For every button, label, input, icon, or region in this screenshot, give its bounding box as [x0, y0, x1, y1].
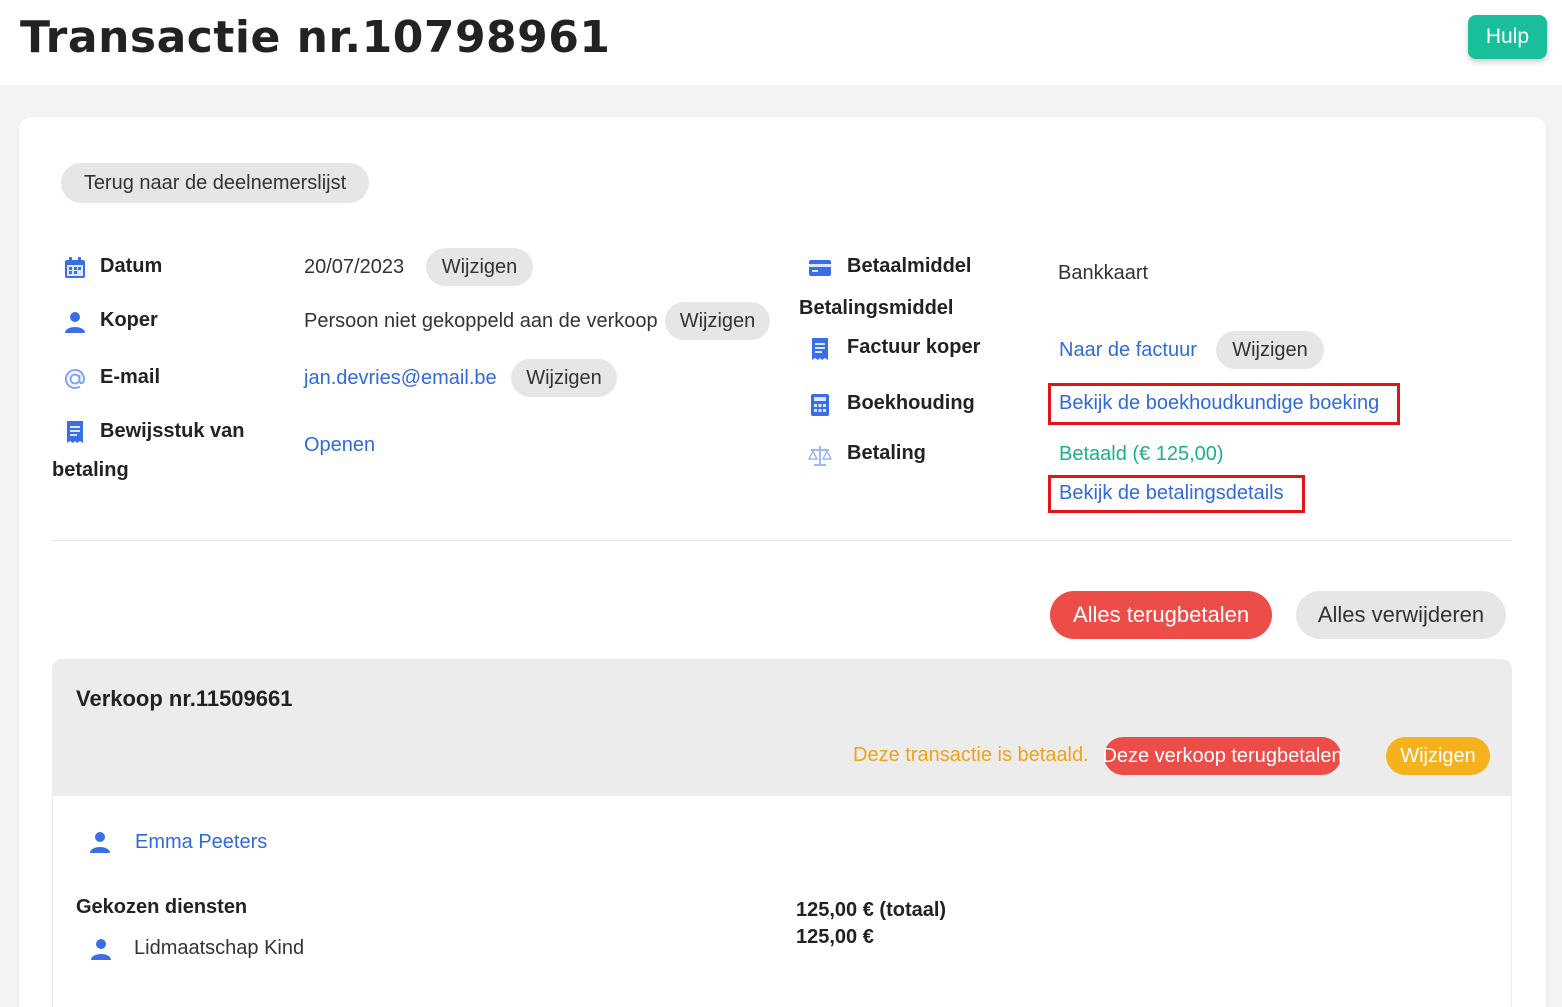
- sale-header: Verkoop nr.11509661 Deze transactie is b…: [53, 660, 1511, 796]
- date-label: Datum: [100, 255, 163, 277]
- receipt-icon: [67, 421, 83, 443]
- sale-title: Verkoop nr.11509661: [76, 686, 293, 711]
- credit-card-icon: [809, 260, 831, 276]
- top-bar: Transactie nr.10798961 Hulp: [0, 0, 1562, 85]
- date-value: 20/07/2023: [304, 256, 405, 278]
- edit-buyer-button[interactable]: Wijzigen: [665, 302, 770, 340]
- help-button[interactable]: Hulp: [1468, 15, 1547, 59]
- buyer-label: Koper: [100, 309, 158, 331]
- email-label: E-mail: [100, 366, 161, 388]
- edit-email-button[interactable]: Wijzigen: [511, 359, 617, 397]
- accounting-entry-link[interactable]: Bekijk de boekhoudkundige boeking: [1059, 392, 1379, 415]
- section-divider: [52, 540, 1512, 541]
- sale-total: 125,00 € (totaal): [796, 899, 947, 921]
- invoice-icon: [812, 338, 828, 360]
- open-proof-link[interactable]: Openen: [304, 434, 375, 457]
- payment-details-link[interactable]: Bekijk de betalingsdetails: [1059, 482, 1284, 505]
- delete-all-button[interactable]: Alles verwijderen: [1296, 591, 1506, 639]
- services-heading: Gekozen diensten: [76, 896, 248, 918]
- calendar-icon: [65, 257, 85, 278]
- service-item-name: Lidmaatschap Kind: [134, 937, 305, 959]
- accounting-label: Boekhouding: [847, 392, 975, 414]
- user-icon: [65, 312, 85, 333]
- payment-method-label: Betaalmiddel: [847, 255, 972, 277]
- buyer-value: Persoon niet gekoppeld aan de verkoop: [304, 310, 658, 332]
- invoice-link[interactable]: Naar de factuur: [1059, 339, 1197, 362]
- page-title: Transactie nr.10798961: [20, 12, 611, 63]
- balance-scale-icon: [808, 446, 832, 466]
- sale-paid-note: Deze transactie is betaald.: [853, 744, 1089, 766]
- at-sign-icon: [65, 369, 86, 389]
- service-item-price: 125,00 €: [796, 926, 874, 948]
- edit-date-button[interactable]: Wijzigen: [426, 248, 533, 286]
- edit-invoice-button[interactable]: Wijzigen: [1216, 331, 1324, 369]
- payment-method-sublabel: Betalingsmiddel: [799, 297, 954, 319]
- proof-label: Bewijsstuk van: [100, 420, 245, 442]
- invoice-label: Factuur koper: [847, 336, 981, 358]
- proof-label-continued: betaling: [52, 459, 129, 481]
- refund-sale-button[interactable]: Deze verkoop terugbetalen: [1102, 737, 1343, 775]
- back-to-participants-button[interactable]: Terug naar de deelnemerslijst: [61, 163, 369, 203]
- edit-sale-button[interactable]: Wijzigen: [1386, 737, 1490, 775]
- sale-panel: Verkoop nr.11509661 Deze transactie is b…: [52, 659, 1512, 1007]
- refund-all-button[interactable]: Alles terugbetalen: [1050, 591, 1272, 639]
- participant-user-icon: [90, 832, 110, 853]
- transaction-card: Terug naar de deelnemerslijst Datum 20/0…: [19, 117, 1546, 1007]
- payment-status: Betaald (€ 125,00): [1059, 443, 1224, 465]
- email-link[interactable]: jan.devries@email.be: [304, 367, 497, 390]
- payment-method-value: Bankkaart: [1058, 262, 1149, 284]
- payment-label: Betaling: [847, 442, 926, 464]
- participant-link[interactable]: Emma Peeters: [135, 831, 267, 854]
- calculator-icon: [811, 394, 829, 416]
- service-user-icon: [91, 939, 111, 960]
